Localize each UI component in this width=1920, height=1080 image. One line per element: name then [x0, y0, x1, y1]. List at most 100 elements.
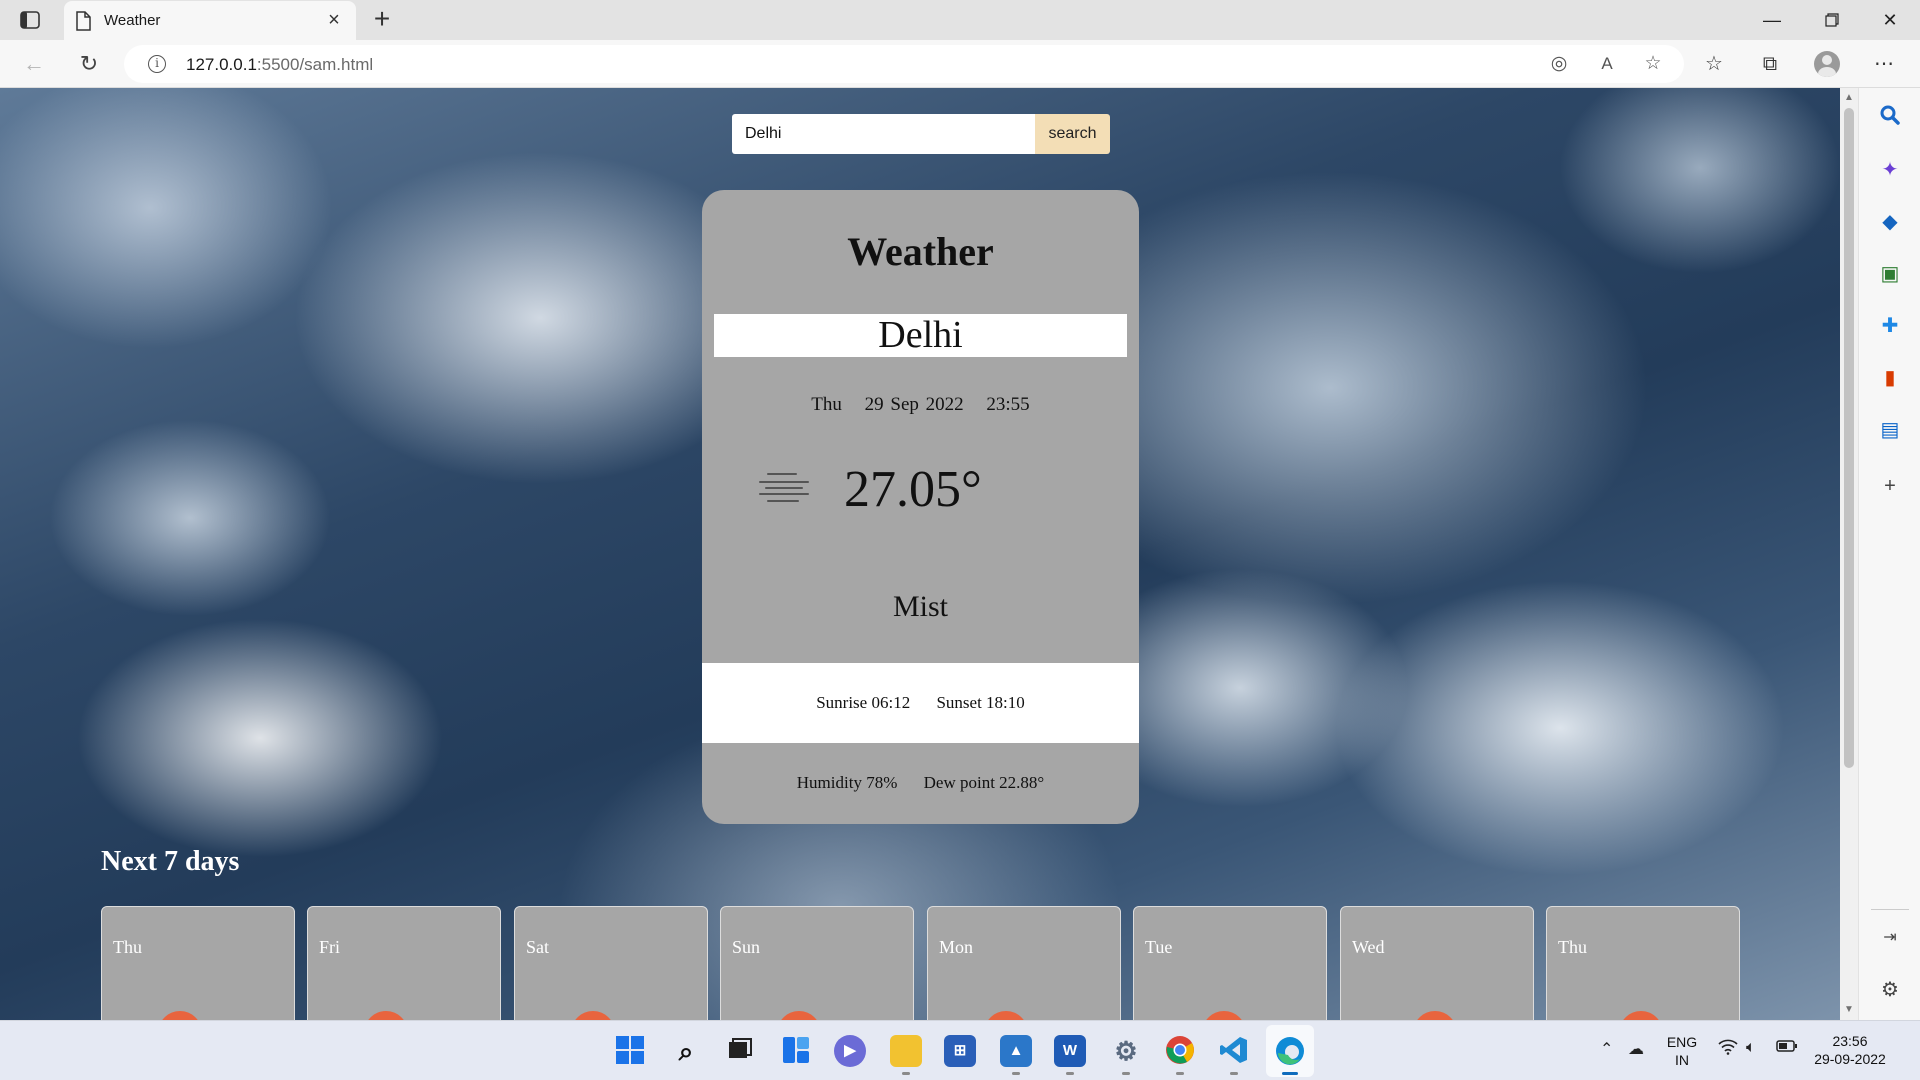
sun-icon	[777, 1011, 821, 1020]
chrome-icon[interactable]	[1164, 1035, 1196, 1067]
shopping-icon[interactable]: ◆	[1876, 208, 1904, 236]
add-favorite-icon[interactable]: ☆	[1640, 51, 1666, 77]
games-icon[interactable]: ✚	[1876, 312, 1904, 340]
forecast-day-name: Sat	[526, 937, 550, 957]
card-title: Weather	[847, 229, 994, 274]
volume-icon[interactable]: 🔈︎	[1746, 1039, 1756, 1057]
tab-actions-icon[interactable]	[19, 10, 41, 30]
running-indicator	[1012, 1072, 1020, 1075]
url-text[interactable]: 127.0.0.1:5500/sam.html	[186, 55, 373, 75]
wifi-icon[interactable]	[1718, 1039, 1738, 1060]
tools-icon[interactable]: ▣	[1876, 260, 1904, 288]
search-input[interactable]	[732, 114, 1035, 154]
discover-icon[interactable]: ✦	[1876, 156, 1904, 184]
onedrive-icon[interactable]: ☁	[1628, 1039, 1644, 1059]
page-scrollbar[interactable]: ▲ ▼	[1840, 88, 1858, 1020]
forecast-day-name: Fri	[319, 937, 341, 957]
file-explorer-icon[interactable]	[890, 1035, 922, 1067]
edge-icon[interactable]	[1274, 1035, 1306, 1067]
forecast-day-card: Sun	[720, 906, 914, 1020]
mist-icon	[756, 468, 812, 508]
humidity-info: Humidity 78% Dew point 22.88°	[702, 743, 1139, 824]
settings-icon[interactable]: ⚙	[1876, 976, 1904, 1004]
sun-icon	[1202, 1011, 1246, 1020]
clock[interactable]: 23:56 29-09-2022	[1810, 1032, 1890, 1068]
outlook-icon[interactable]: ▤	[1876, 416, 1904, 444]
web-page: search Weather Delhi Thu 29 Sep 2022 23:…	[0, 88, 1840, 1020]
add-icon[interactable]: +	[1876, 472, 1904, 500]
forecast-day-name: Wed	[1352, 937, 1385, 957]
forecast-day-card: Thu	[101, 906, 295, 1020]
chat-icon[interactable]: ▶	[834, 1035, 866, 1067]
close-tab-icon[interactable]: ×	[324, 10, 344, 30]
taskbar-search-icon[interactable]: ⌕	[670, 1035, 702, 1067]
tab-title: Weather	[104, 12, 161, 29]
search-button[interactable]: search	[1035, 114, 1110, 154]
running-indicator	[1230, 1072, 1238, 1075]
start-icon[interactable]	[614, 1035, 646, 1067]
dew-point: Dew point 22.88°	[923, 773, 1045, 792]
task-view-icon[interactable]	[724, 1035, 756, 1067]
location-icon[interactable]: ◎	[1546, 51, 1572, 77]
forecast-day-card: Thu	[1546, 906, 1740, 1020]
search-icon[interactable]	[1876, 104, 1904, 132]
time-label: 23:55	[986, 394, 1030, 415]
widgets-icon[interactable]	[780, 1035, 812, 1067]
new-tab-button[interactable]: +	[368, 5, 396, 34]
scroll-thumb[interactable]	[1844, 108, 1854, 768]
running-indicator	[1122, 1072, 1130, 1075]
sunset: Sunset 18:10	[936, 693, 1025, 712]
read-aloud-icon[interactable]: A	[1594, 51, 1620, 77]
city-name: Delhi	[714, 314, 1127, 357]
battery-icon[interactable]	[1776, 1039, 1798, 1058]
weather-condition: Mist	[892, 590, 949, 623]
store-icon[interactable]: ⊞	[944, 1035, 976, 1067]
forecast-day-card: Fri	[307, 906, 501, 1020]
forecast-day-card: Wed	[1340, 906, 1534, 1020]
more-options-icon[interactable]: ⋯	[1868, 48, 1900, 80]
sun-times: Sunrise 06:12 Sunset 18:10	[702, 663, 1139, 743]
favorites-icon[interactable]: ☆	[1698, 48, 1730, 80]
hide-sidebar-icon[interactable]: ⇥	[1876, 924, 1904, 952]
refresh-button[interactable]: ↻	[73, 48, 105, 80]
close-window-button[interactable]: ✕	[1870, 4, 1910, 36]
scroll-down-arrow[interactable]: ▼	[1840, 1002, 1858, 1018]
date-time: Thu 29 Sep 2022 23:55	[702, 394, 1139, 416]
edge-sidebar: ✦ ◆ ▣ ✚ ▮ ▤ + ⇥ ⚙	[1858, 88, 1920, 1020]
collections-icon[interactable]: ⧉	[1754, 48, 1786, 80]
date-label: 29 Sep 2022	[864, 394, 964, 415]
browser-toolbar: ← ↻ i 127.0.0.1:5500/sam.html ◎ A ☆ ☆ ⧉ …	[0, 40, 1920, 88]
sun-icon	[984, 1011, 1028, 1020]
forecast-title: Next 7 days	[101, 846, 240, 877]
show-hidden-icons[interactable]: ⌃	[1600, 1039, 1613, 1059]
forecast-day-card: Sat	[514, 906, 708, 1020]
windows-taskbar: ⌕ ▶ ⊞ ▲ W ⚙ ⌃ ☁ ENG IN 🔈︎ 23:56 29-09-20…	[0, 1020, 1920, 1080]
day-label: Thu	[811, 394, 842, 415]
office-icon[interactable]: ▮	[1876, 364, 1904, 392]
restore-button[interactable]	[1812, 4, 1852, 36]
scroll-up-arrow[interactable]: ▲	[1840, 90, 1858, 106]
browser-tab[interactable]: Weather ×	[64, 1, 356, 40]
humidity: Humidity 78%	[796, 773, 898, 792]
running-indicator	[1066, 1072, 1074, 1075]
forecast-day-card: Mon	[927, 906, 1121, 1020]
word-icon[interactable]: W	[1054, 1035, 1086, 1067]
forecast-day-name: Mon	[939, 937, 974, 957]
language-indicator[interactable]: ENG IN	[1664, 1033, 1700, 1069]
sun-icon	[571, 1011, 615, 1020]
vscode-icon[interactable]	[1218, 1035, 1250, 1067]
forecast-day-name: Thu	[113, 937, 142, 957]
back-button[interactable]: ←	[18, 48, 50, 80]
address-bar[interactable]: i 127.0.0.1:5500/sam.html ◎ A ☆	[124, 45, 1684, 83]
forecast-day-card: Tue	[1133, 906, 1327, 1020]
sun-icon	[364, 1011, 408, 1020]
photos-icon[interactable]: ▲	[1000, 1035, 1032, 1067]
temperature: 27.05°	[844, 461, 982, 518]
minimize-button[interactable]: —	[1752, 4, 1792, 36]
profile-avatar[interactable]	[1814, 51, 1840, 77]
settings-app-icon[interactable]: ⚙	[1110, 1035, 1142, 1067]
running-indicator	[1176, 1072, 1184, 1075]
site-info-icon[interactable]: i	[148, 55, 166, 73]
page-icon	[74, 10, 92, 32]
running-indicator	[902, 1072, 910, 1075]
